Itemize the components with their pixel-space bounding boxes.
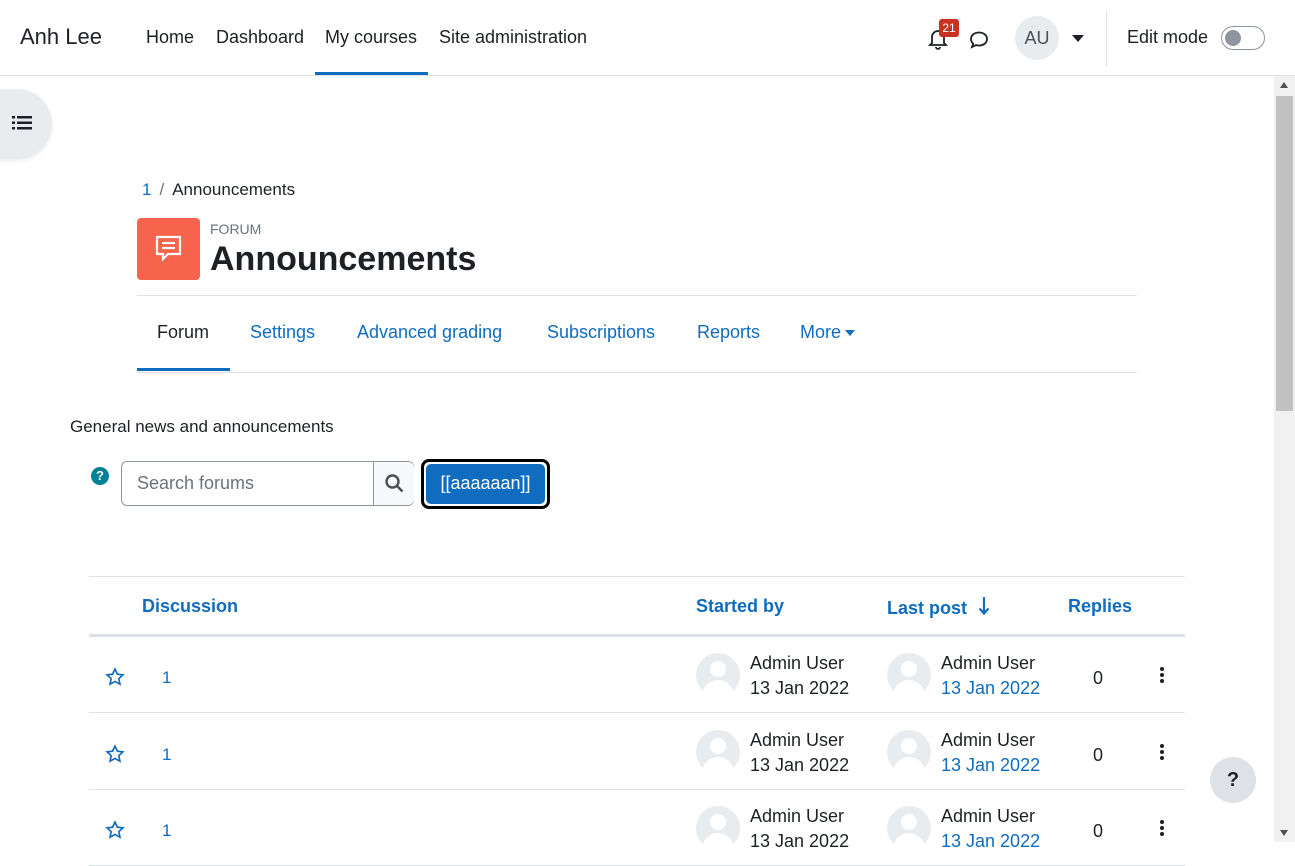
- header-divider: [137, 295, 1137, 296]
- column-header-replies[interactable]: Replies: [1068, 596, 1132, 617]
- nav-active-indicator: [315, 72, 428, 75]
- page-title: Announcements: [210, 240, 477, 278]
- started-date: 13 Jan 2022: [750, 755, 850, 775]
- last-post-author: Admin User: [941, 806, 1036, 826]
- vertical-scrollbar[interactable]: [1274, 76, 1295, 842]
- edit-mode-label: Edit mode: [1127, 27, 1209, 47]
- tab-reports[interactable]: Reports: [697, 322, 760, 343]
- discussion-row: 1 Admin User 13 Jan 2022 Admin User 13 Jan 2…: [89, 637, 1185, 713]
- column-header-started-by[interactable]: Started by: [696, 596, 784, 617]
- replies-count: 0: [1093, 745, 1104, 765]
- nav-my-courses[interactable]: My courses: [325, 27, 417, 48]
- last-poster-avatar: [887, 653, 931, 697]
- sort-descending-arrow-icon: [978, 597, 990, 616]
- tabs-divider: [137, 372, 1137, 373]
- star-icon[interactable]: [105, 744, 125, 764]
- last-post-author: Admin User: [941, 653, 1036, 673]
- started-by-name: Admin User: [750, 730, 845, 750]
- tab-forum[interactable]: Forum: [157, 322, 209, 343]
- discussion-title-link[interactable]: 1: [162, 668, 171, 688]
- caret-down-icon: [845, 330, 856, 337]
- discussion-title-link[interactable]: 1: [162, 821, 171, 841]
- tab-settings[interactable]: Settings: [250, 322, 315, 343]
- search-icon: [385, 474, 404, 493]
- tab-advanced-grading[interactable]: Advanced grading: [357, 322, 502, 343]
- chat-bubble-icon[interactable]: [967, 27, 991, 51]
- search-submit-button[interactable]: [373, 462, 414, 505]
- starter-avatar: [696, 653, 740, 697]
- tab-subscriptions[interactable]: Subscriptions: [547, 322, 655, 343]
- star-icon[interactable]: [105, 667, 125, 687]
- started-by-name: Admin User: [750, 653, 845, 673]
- forum-module-icon: [137, 218, 200, 280]
- last-post-author: Admin User: [941, 730, 1036, 750]
- scrollbar-thumb[interactable]: [1276, 96, 1293, 411]
- replies-count: 0: [1093, 668, 1104, 688]
- discussion-row: 1 Admin User 13 Jan 2022 Admin User 13 Jan 2…: [89, 790, 1185, 866]
- forum-intro: General news and announcements: [70, 417, 334, 436]
- module-type-label: FORUM: [210, 221, 262, 237]
- column-header-last-post[interactable]: Last post: [887, 596, 990, 619]
- column-header-last-post-label: Last post: [887, 598, 968, 618]
- discussion-row: 1 Admin User 13 Jan 2022 Admin User 13 Jan 2…: [89, 714, 1185, 790]
- add-discussion-label: [[aaaaaan]]: [426, 464, 545, 504]
- notification-count-badge: 21: [939, 19, 959, 37]
- discussion-title-link[interactable]: 1: [162, 745, 171, 765]
- starter-avatar: [696, 806, 740, 850]
- navbar-divider: [1106, 10, 1107, 66]
- breadcrumb-current: Announcements: [172, 180, 296, 199]
- add-discussion-button[interactable]: [[aaaaaan]]: [421, 459, 550, 509]
- site-brand[interactable]: Anh Lee: [20, 24, 102, 50]
- breadcrumb-separator: /: [159, 180, 165, 199]
- scroll-down-arrow-icon[interactable]: [1280, 830, 1288, 836]
- user-avatar[interactable]: AU: [1015, 16, 1059, 60]
- forum-icon: [155, 235, 182, 262]
- user-menu-chevron-down-icon[interactable]: [1072, 35, 1084, 42]
- floating-help-button[interactable]: ?: [1210, 757, 1256, 803]
- started-date: 13 Jan 2022: [750, 678, 850, 698]
- search-forums-input[interactable]: [122, 462, 373, 505]
- star-icon[interactable]: [105, 820, 125, 840]
- table-top-border: [89, 576, 1185, 577]
- last-poster-avatar: [887, 730, 931, 774]
- kebab-menu-icon[interactable]: [1160, 744, 1164, 760]
- tab-active-indicator: [137, 368, 230, 371]
- column-header-discussion[interactable]: Discussion: [142, 596, 238, 617]
- last-poster-avatar: [887, 806, 931, 850]
- nav-home[interactable]: Home: [146, 27, 194, 48]
- course-index-drawer-button[interactable]: [0, 89, 52, 159]
- tab-more-label: More: [800, 322, 842, 342]
- toggle-knob: [1225, 30, 1241, 46]
- replies-count: 0: [1093, 821, 1104, 841]
- list-icon: [12, 116, 32, 130]
- search-forums-group: [121, 461, 414, 506]
- starter-avatar: [696, 730, 740, 774]
- started-by-name: Admin User: [750, 806, 845, 826]
- last-post-date-link[interactable]: 13 Jan 2022: [941, 678, 1040, 699]
- nav-site-administration[interactable]: Site administration: [439, 27, 587, 48]
- scroll-up-arrow-icon[interactable]: [1280, 82, 1288, 88]
- tab-more[interactable]: More: [800, 322, 856, 343]
- breadcrumb-course-link[interactable]: 1: [142, 180, 151, 199]
- nav-dashboard[interactable]: Dashboard: [216, 27, 304, 48]
- top-navbar: Anh Lee Home Dashboard My courses Site a…: [0, 0, 1295, 76]
- kebab-menu-icon[interactable]: [1160, 820, 1164, 836]
- help-question-icon[interactable]: ?: [91, 467, 109, 485]
- kebab-menu-icon[interactable]: [1160, 667, 1164, 683]
- edit-mode-toggle[interactable]: [1221, 26, 1265, 50]
- breadcrumb: 1 / Announcements: [142, 180, 295, 200]
- last-post-date-link[interactable]: 13 Jan 2022: [941, 755, 1040, 776]
